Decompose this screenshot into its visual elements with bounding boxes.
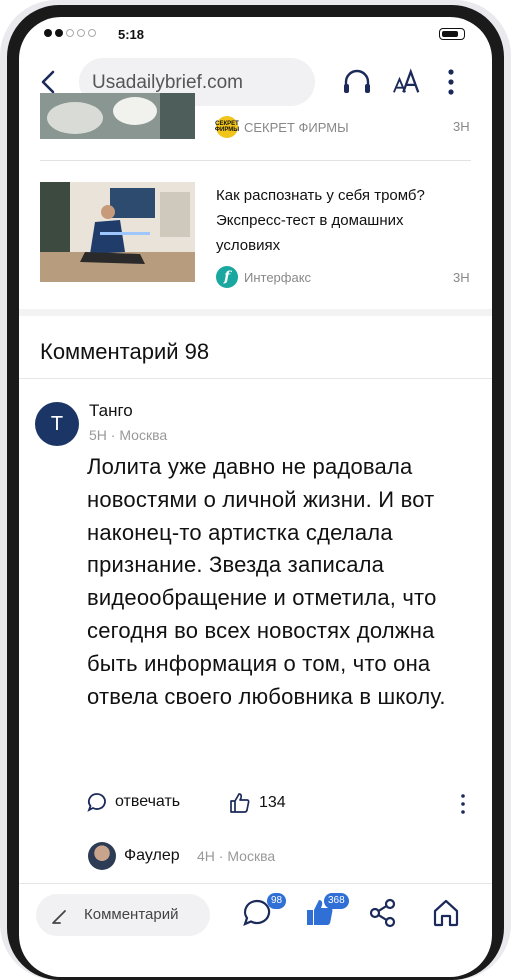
url-text: Usadailybrief.com	[92, 72, 243, 93]
status-time: 5:18	[118, 27, 145, 42]
divider	[19, 378, 492, 379]
article-headline[interactable]: Как распознать у себя тромб? Экспресс-те…	[216, 183, 466, 258]
share-icon[interactable]	[367, 897, 399, 929]
article-age: 3Н	[453, 270, 470, 285]
source-logo: СЕКРЕТ ФИРМЫ	[215, 116, 239, 138]
reply-label: отвечать	[115, 793, 181, 810]
like-count: 134	[259, 794, 286, 811]
divider	[40, 160, 471, 161]
screen: 5:18 Usadailybrief.com СЕКРЕТ ФИРМЫ СЕКР…	[19, 17, 492, 977]
section-divider	[19, 309, 492, 316]
thumbs-up-icon	[230, 793, 250, 813]
font-size-icon[interactable]	[392, 67, 422, 97]
battery-icon	[439, 28, 465, 40]
comment-author[interactable]: Танго	[89, 401, 133, 421]
comment-meta: 5Н · Москва	[89, 427, 168, 443]
status-bar: 5:18	[19, 17, 492, 53]
pen-icon	[52, 910, 66, 924]
home-icon[interactable]	[430, 897, 462, 929]
reply-author[interactable]: Фаулер	[124, 847, 180, 865]
article-thumbnail[interactable]	[40, 93, 195, 139]
chat-bubble-icon	[87, 793, 106, 812]
reply-meta: 4Н · Москва	[197, 848, 276, 864]
article-source: СЕКРЕТ ФИРМЫ СЕКРЕТ ФИРМЫ	[215, 116, 349, 138]
comment-input[interactable]: Комментарий	[36, 894, 210, 936]
comment-actions: отвечать 134	[87, 792, 477, 818]
divider	[19, 883, 492, 884]
article-age: 3Н	[453, 119, 470, 134]
article-source: f Интерфакс	[216, 266, 311, 288]
avatar[interactable]: T	[35, 402, 79, 446]
source-logo: f	[216, 266, 238, 288]
comment-text: Лолита уже давно не радовала новостями о…	[87, 454, 446, 709]
comments-header: Комментарий 98	[40, 339, 210, 364]
back-arrow-icon[interactable]	[37, 69, 63, 95]
reply-button[interactable]: отвечать	[87, 792, 180, 812]
more-vertical-icon[interactable]	[457, 792, 469, 816]
headphones-icon[interactable]	[342, 67, 372, 97]
comments-badge: 98	[267, 893, 287, 909]
signal-icon	[44, 29, 96, 37]
likes-badge: 368	[324, 893, 349, 909]
comment-placeholder: Комментарий	[84, 906, 179, 923]
more-vertical-icon[interactable]	[444, 67, 458, 97]
like-button[interactable]: 134	[229, 792, 286, 814]
avatar[interactable]	[88, 842, 116, 870]
article-thumbnail[interactable]	[40, 182, 195, 282]
